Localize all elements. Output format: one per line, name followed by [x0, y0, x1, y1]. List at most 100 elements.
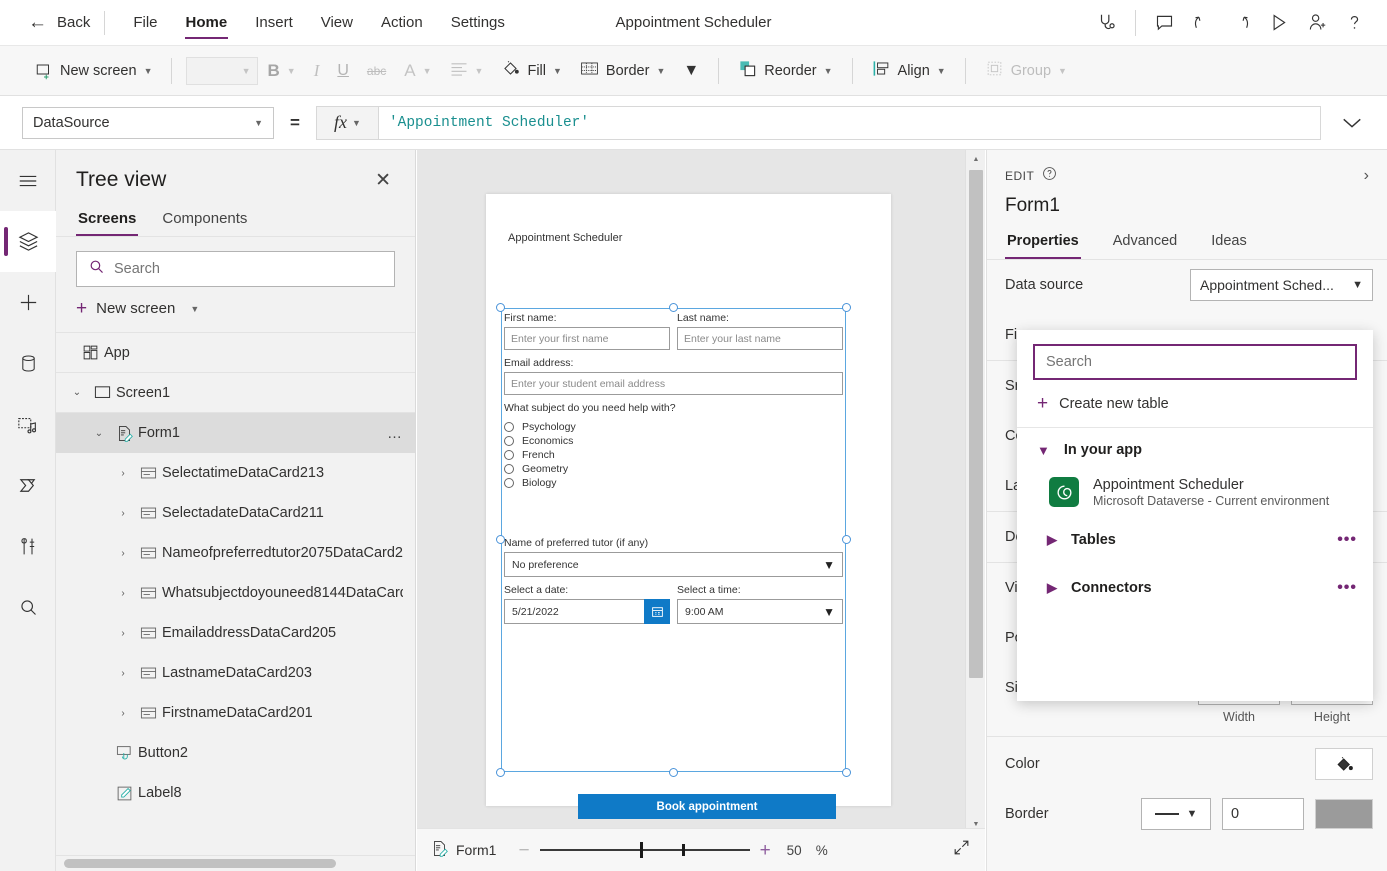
tree-horizontal-scrollbar[interactable]: [56, 855, 415, 871]
radio-option-psychology[interactable]: Psychology: [504, 421, 843, 433]
tab-screens[interactable]: Screens: [76, 204, 139, 236]
canvas-vertical-scrollbar[interactable]: ▲ ▼: [965, 150, 985, 833]
menu-item-settings[interactable]: Settings: [437, 2, 519, 43]
datasource-item-appointment-scheduler[interactable]: Appointment Scheduler Microsoft Datavers…: [1017, 468, 1373, 516]
connectors-group[interactable]: ▶ Connectors •••: [1017, 564, 1373, 612]
tables-group[interactable]: ▶ Tables •••: [1017, 516, 1373, 564]
insert-plus-icon[interactable]: [0, 272, 56, 333]
radio-option-geometry[interactable]: Geometry: [504, 463, 843, 475]
menu-item-home[interactable]: Home: [172, 2, 242, 43]
align-button[interactable]: Align ▼: [863, 53, 955, 88]
new-screen-button[interactable]: New screen ▼: [26, 56, 161, 86]
screen-preview[interactable]: Appointment Scheduler First name: Enter …: [486, 194, 891, 819]
menu-item-action[interactable]: Action: [367, 2, 437, 43]
new-screen-tree-button[interactable]: + New screen ▼: [56, 287, 415, 333]
help-circle-icon[interactable]: [1042, 166, 1057, 186]
book-appointment-button[interactable]: Book appointment: [578, 794, 836, 819]
date-input[interactable]: 5/21/2022: [504, 599, 644, 624]
more-options-button[interactable]: ▼: [674, 56, 708, 86]
media-icon[interactable]: [0, 394, 56, 455]
data-database-icon[interactable]: [0, 333, 56, 394]
resize-handle-bottom-left[interactable]: [496, 768, 505, 777]
zoom-slider[interactable]: [539, 842, 750, 858]
formula-input[interactable]: 'Appointment Scheduler': [377, 105, 1321, 140]
scroll-up-arrow-icon[interactable]: ▲: [966, 150, 986, 168]
tree-node-emailaddress-datacard[interactable]: › EmailaddressDataCard205: [56, 613, 415, 653]
resize-handle-bottom-center[interactable]: [668, 768, 678, 777]
font-family-select[interactable]: ▼: [186, 56, 259, 85]
help-icon[interactable]: [1335, 4, 1373, 42]
resize-handle-top-right[interactable]: [842, 303, 851, 312]
menu-item-insert[interactable]: Insert: [241, 2, 307, 43]
text-align-button[interactable]: ▼: [441, 55, 493, 87]
first-name-input[interactable]: Enter your first name: [504, 327, 670, 350]
chevron-right-icon[interactable]: ›: [112, 548, 134, 559]
chevron-right-icon[interactable]: ›: [112, 508, 134, 519]
chevron-right-icon[interactable]: ›: [112, 708, 134, 719]
date-picker[interactable]: 5/21/2022: [504, 599, 670, 624]
form-selection[interactable]: First name: Enter your first name Last n…: [496, 303, 851, 777]
share-user-icon[interactable]: [1297, 4, 1335, 42]
power-automate-icon[interactable]: [0, 455, 56, 516]
search-icon[interactable]: [0, 577, 56, 638]
tutor-dropdown[interactable]: No preference ▼: [504, 552, 843, 577]
undo-icon[interactable]: [1183, 4, 1221, 42]
comment-icon[interactable]: [1145, 4, 1183, 42]
chevron-right-icon[interactable]: ›: [112, 668, 134, 679]
tab-advanced[interactable]: Advanced: [1111, 229, 1180, 259]
border-color-swatch[interactable]: [1315, 799, 1373, 829]
strikethrough-button[interactable]: abc: [358, 58, 395, 84]
zoom-in-button[interactable]: +: [760, 841, 771, 860]
chevron-down-icon[interactable]: ⌄: [66, 387, 88, 398]
fit-to-screen-icon[interactable]: [952, 838, 971, 862]
flyout-search-box[interactable]: [1033, 344, 1357, 380]
property-selector[interactable]: DataSource ▼: [22, 106, 274, 139]
tab-components[interactable]: Components: [160, 204, 249, 236]
menu-item-file[interactable]: File: [119, 2, 171, 43]
tables-more-menu[interactable]: •••: [1337, 531, 1357, 549]
reorder-button[interactable]: Reorder ▼: [729, 53, 841, 88]
chevron-down-icon[interactable]: ⌄: [88, 428, 110, 439]
tree-node-lastname-datacard[interactable]: › LastnameDataCard203: [56, 653, 415, 693]
play-preview-icon[interactable]: [1259, 4, 1297, 42]
italic-button[interactable]: I: [305, 55, 329, 87]
scrollbar-thumb[interactable]: [969, 170, 983, 678]
color-picker-button[interactable]: [1315, 748, 1373, 780]
health-check-icon[interactable]: [1088, 4, 1126, 42]
tab-ideas[interactable]: Ideas: [1209, 229, 1248, 259]
calendar-icon-button[interactable]: [644, 599, 670, 624]
chevron-right-icon[interactable]: ›: [112, 628, 134, 639]
radio-option-biology[interactable]: Biology: [504, 477, 843, 489]
scrollbar-thumb[interactable]: [64, 859, 336, 868]
menu-item-view[interactable]: View: [307, 2, 367, 43]
redo-icon[interactable]: [1221, 4, 1259, 42]
resize-handle-top-center[interactable]: [668, 303, 678, 312]
fill-button[interactable]: Fill ▼: [492, 53, 570, 88]
tree-node-nameofpreferredtutor-datacard[interactable]: › Nameofpreferredtutor2075DataCard2: [56, 533, 415, 573]
tree-search-input[interactable]: [114, 261, 383, 277]
group-button[interactable]: Group ▼: [976, 53, 1076, 88]
data-source-select[interactable]: Appointment Sched... ▼: [1190, 269, 1373, 301]
email-input[interactable]: Enter your student email address: [504, 372, 843, 395]
tab-properties[interactable]: Properties: [1005, 229, 1081, 259]
chevron-right-icon[interactable]: ›: [112, 588, 134, 599]
bold-button[interactable]: B ▼: [258, 55, 304, 87]
tree-node-label8[interactable]: Label8: [56, 773, 415, 813]
tree-node-form1[interactable]: ⌄ Form1 …: [56, 413, 415, 453]
border-width-input[interactable]: 0: [1222, 798, 1304, 830]
tree-node-button2[interactable]: Button2: [56, 733, 415, 773]
tree-view-layers-icon[interactable]: [0, 211, 56, 272]
radio-option-french[interactable]: French: [504, 449, 843, 461]
zoom-slider-thumb[interactable]: [640, 842, 643, 858]
underline-button[interactable]: U: [328, 56, 358, 86]
fx-button[interactable]: fx ▼: [315, 105, 378, 140]
border-button[interactable]: Border ▼: [571, 54, 674, 87]
tree-node-app[interactable]: App: [56, 333, 415, 373]
zoom-out-button[interactable]: −: [518, 841, 529, 860]
back-button[interactable]: ← Back: [28, 13, 90, 32]
in-your-app-group-header[interactable]: ▼ In your app: [1017, 428, 1373, 468]
collapse-panel-icon[interactable]: ›: [1364, 167, 1369, 185]
tree-node-more-menu[interactable]: …: [387, 425, 403, 442]
last-name-input[interactable]: Enter your last name: [677, 327, 843, 350]
formula-bar-expand-button[interactable]: [1331, 106, 1373, 140]
